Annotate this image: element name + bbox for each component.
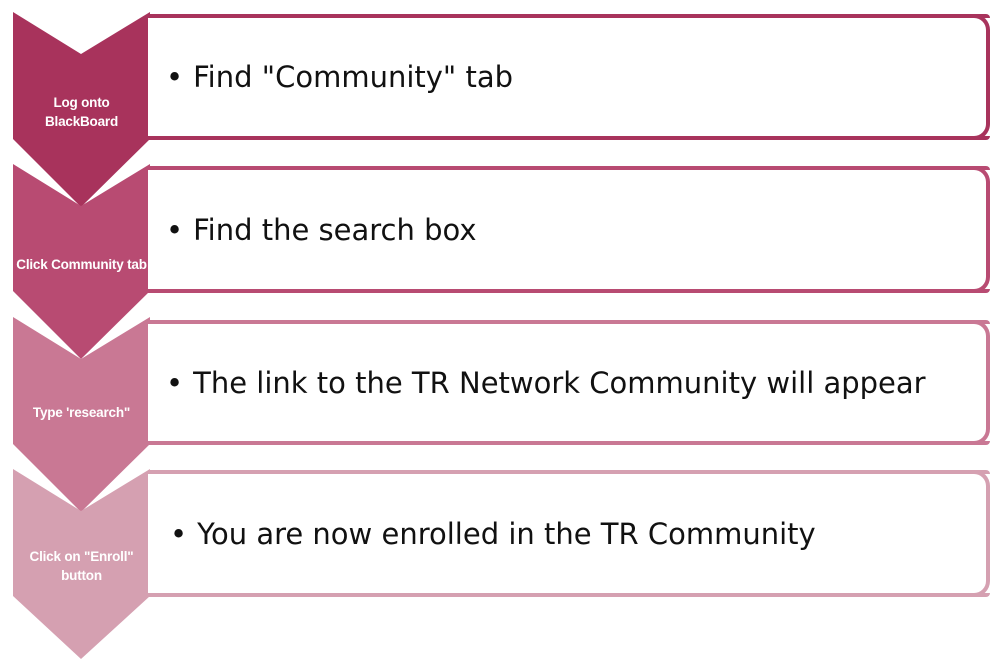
step-3-chevron-label: Type 'research"	[32, 404, 131, 420]
step-2-text: Find the search box	[193, 212, 477, 247]
step-4-chevron-label: Click on "Enroll" button	[29, 549, 134, 583]
step-3-description: • The link to the TR Network Community w…	[166, 320, 926, 445]
step-2-box: • Find the search box	[148, 166, 990, 293]
process-diagram: Log onto BlackBoard • Find "Community" t…	[0, 0, 996, 659]
step-4-text: You are now enrolled in the TR Community	[197, 516, 816, 551]
bullet-icon: •	[166, 365, 184, 400]
step-2-description: • Find the search box	[166, 166, 477, 293]
step-2-chevron-label: Click Community tab	[16, 256, 147, 272]
bullet-icon: •	[166, 60, 184, 94]
step-4-box: • You are now enrolled in the TR Communi…	[148, 470, 990, 597]
step-4-chevron: Click on "Enroll" button	[13, 469, 150, 659]
step-1-description: • Find "Community" tab	[166, 14, 513, 140]
step-1-box: • Find "Community" tab	[148, 14, 990, 140]
step-1-chevron-label: Log onto BlackBoard	[44, 95, 119, 129]
bullet-icon: •	[166, 212, 184, 247]
step-4-description: • You are now enrolled in the TR Communi…	[170, 470, 816, 597]
step-3-text: The link to the TR Network Community wil…	[193, 365, 926, 400]
step-1-text: Find "Community" tab	[193, 60, 514, 94]
bullet-icon: •	[170, 516, 188, 551]
step-3-box: • The link to the TR Network Community w…	[148, 320, 990, 445]
